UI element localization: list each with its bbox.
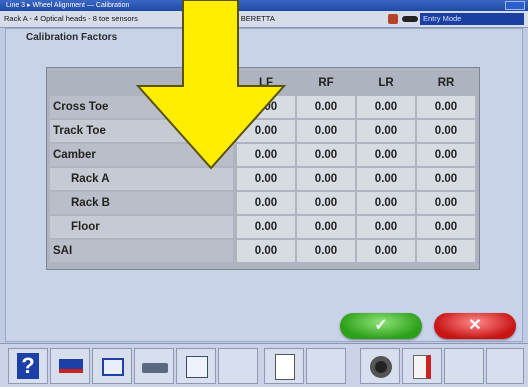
value-cell[interactable]: 0.00 <box>297 96 355 118</box>
row-label: SAI <box>50 240 233 262</box>
value-cell[interactable]: 0.00 <box>417 168 475 190</box>
row-label: Floor <box>50 216 233 238</box>
monitor-button[interactable] <box>50 348 90 384</box>
printer-icon <box>142 363 168 373</box>
table-row: Rack A 0.00 0.00 0.00 0.00 <box>50 168 476 190</box>
value-cell[interactable]: 0.00 <box>297 216 355 238</box>
edit-button[interactable] <box>176 348 216 384</box>
exit-icon <box>413 355 431 379</box>
close-icon[interactable] <box>505 1 525 10</box>
rack-text: Rack A - 4 Optical heads - 8 toe sensors <box>4 14 138 23</box>
close-icon: ✕ <box>468 317 482 334</box>
edit-icon <box>186 356 208 378</box>
value-cell[interactable]: 0.00 <box>357 168 415 190</box>
mode-indicator[interactable]: Entry Mode <box>420 13 524 25</box>
row-label: Cross Toe <box>50 96 233 118</box>
value-cell[interactable]: 0.00 <box>297 240 355 262</box>
value-cell[interactable]: 0.00 <box>417 144 475 166</box>
header-rf: RF <box>297 72 355 94</box>
toggle-icon[interactable] <box>402 16 418 22</box>
value-cell[interactable]: 0.00 <box>237 240 295 262</box>
value-cell[interactable]: 0.00 <box>357 192 415 214</box>
header-lr: LR <box>357 72 415 94</box>
value-cell[interactable]: 0.00 <box>357 96 415 118</box>
vehicle-text: OLET, 1986, BERETTA <box>197 14 275 23</box>
table-row: Rack B 0.00 0.00 0.00 0.00 <box>50 192 476 214</box>
table-row: SAI 0.00 0.00 0.00 0.00 <box>50 240 476 262</box>
value-cell[interactable]: 0.00 <box>297 120 355 142</box>
row-label: Camber <box>50 144 233 166</box>
value-cell[interactable]: 0.00 <box>237 120 295 142</box>
value-cell[interactable]: 0.00 <box>357 144 415 166</box>
table-row: Camber 0.00 0.00 0.00 0.00 <box>50 144 476 166</box>
cancel-button[interactable]: ✕ <box>434 313 516 339</box>
home-icon <box>102 358 124 376</box>
bottom-toolbar: ? <box>0 343 528 387</box>
toolbar-slot[interactable] <box>306 348 346 384</box>
window-titlebar: Line 3 ▸ Wheel Alignment — Calibration <box>0 0 528 11</box>
wheel-button[interactable] <box>360 348 400 384</box>
user-icon[interactable] <box>388 14 398 24</box>
value-cell[interactable]: 0.00 <box>297 192 355 214</box>
value-cell[interactable]: 0.00 <box>237 96 295 118</box>
row-label: Track Toe <box>50 120 233 142</box>
toolbar-slot[interactable] <box>486 348 524 384</box>
value-cell[interactable]: 0.00 <box>417 120 475 142</box>
value-cell[interactable]: 0.00 <box>297 144 355 166</box>
value-cell[interactable]: 0.00 <box>237 192 295 214</box>
header-rr: RR <box>417 72 475 94</box>
header-label-cell <box>50 72 233 94</box>
home-button[interactable] <box>92 348 132 384</box>
calibration-table: LF RF LR RR Cross Toe 0.00 0.00 0.00 0.0… <box>46 67 480 270</box>
document-icon <box>275 354 295 380</box>
table-row: Track Toe 0.00 0.00 0.00 0.00 <box>50 120 476 142</box>
value-cell[interactable]: 0.00 <box>417 96 475 118</box>
value-cell[interactable]: 0.00 <box>417 240 475 262</box>
header-lf: LF <box>237 72 295 94</box>
window-title: Line 3 ▸ Wheel Alignment — Calibration <box>6 2 130 9</box>
value-cell[interactable]: 0.00 <box>357 240 415 262</box>
rack-info: Rack A - 4 Optical heads - 8 toe sensors… <box>4 14 275 23</box>
value-cell[interactable]: 0.00 <box>417 192 475 214</box>
ok-button[interactable]: ✓ <box>340 313 422 339</box>
table-header-row: LF RF LR RR <box>50 72 476 94</box>
toolbar-slot[interactable] <box>218 348 258 384</box>
toolbar-slot[interactable] <box>444 348 484 384</box>
wheel-icon <box>370 356 392 378</box>
monitor-icon <box>59 359 83 373</box>
value-cell[interactable]: 0.00 <box>357 216 415 238</box>
value-cell[interactable]: 0.00 <box>417 216 475 238</box>
print-button[interactable] <box>134 348 174 384</box>
row-label: Rack A <box>50 168 233 190</box>
value-cell[interactable]: 0.00 <box>357 120 415 142</box>
help-button[interactable]: ? <box>8 348 48 384</box>
table-row: Floor 0.00 0.00 0.00 0.00 <box>50 216 476 238</box>
checkmark-icon: ✓ <box>374 317 388 334</box>
value-cell[interactable]: 0.00 <box>237 216 295 238</box>
table-row: Cross Toe 0.00 0.00 0.00 0.00 <box>50 96 476 118</box>
value-cell[interactable]: 0.00 <box>237 168 295 190</box>
info-bar: Rack A - 4 Optical heads - 8 toe sensors… <box>0 11 528 28</box>
value-cell[interactable]: 0.00 <box>237 144 295 166</box>
panel-title: Calibration Factors <box>26 32 118 43</box>
exit-button[interactable] <box>402 348 442 384</box>
row-label: Rack B <box>50 192 233 214</box>
value-cell[interactable]: 0.00 <box>297 168 355 190</box>
help-icon: ? <box>17 353 39 379</box>
report-button[interactable] <box>264 348 304 384</box>
